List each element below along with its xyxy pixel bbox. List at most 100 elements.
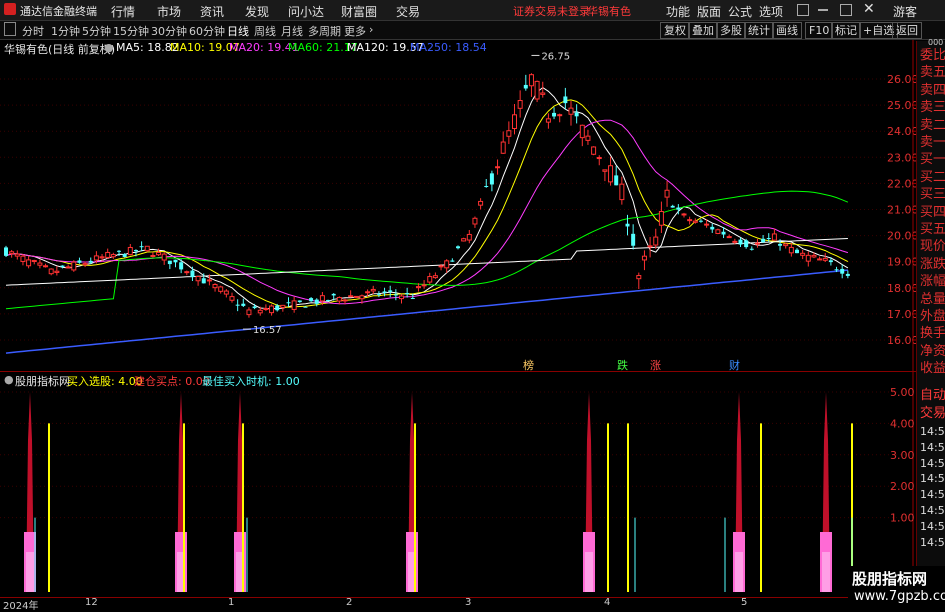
candle-body-up bbox=[754, 242, 760, 245]
candle-body-down bbox=[4, 247, 8, 256]
indicator-tick-label: 1.00 bbox=[890, 512, 915, 525]
candle-body-up bbox=[359, 295, 365, 300]
candle-body-down bbox=[721, 231, 726, 235]
side-panel-item: 现价 bbox=[920, 239, 945, 255]
chart-canvas[interactable]: 26.0025.0024.0023.0022.0021.0020.0019.00… bbox=[0, 0, 916, 609]
event-marker: 榜 bbox=[523, 358, 534, 372]
candle-body-up bbox=[528, 74, 534, 87]
indicator-dot-icon[interactable]: ● bbox=[4, 373, 14, 386]
build-point-value: 建仓买点: 0.00 bbox=[134, 375, 210, 388]
candle-body-up bbox=[461, 238, 467, 242]
candle-body-up bbox=[365, 291, 371, 294]
candle-body-down bbox=[552, 112, 557, 117]
candle-body-down bbox=[523, 84, 528, 89]
side-panel-item: 总量 bbox=[920, 291, 945, 307]
event-marker: 跌 bbox=[617, 358, 628, 372]
candle-body-down bbox=[133, 250, 138, 252]
candle-body-down bbox=[117, 250, 121, 252]
candle-body-up bbox=[9, 251, 15, 255]
candle-body-down bbox=[456, 246, 460, 249]
candle-body-up bbox=[641, 255, 647, 261]
watermark-title: 股朋指标网 bbox=[852, 570, 928, 588]
candle-body-up bbox=[466, 233, 472, 241]
auto-trade-label[interactable]: 自动 bbox=[920, 384, 945, 403]
candle-body-down bbox=[614, 175, 619, 186]
candle-body-up bbox=[110, 254, 116, 258]
buy-select-value: 买入选股: 4.00 bbox=[67, 375, 143, 388]
trade-time: 14:56 bbox=[920, 425, 945, 438]
candle-body-up bbox=[715, 229, 721, 234]
candle-body-down bbox=[388, 290, 393, 292]
candle-body-up bbox=[805, 254, 811, 262]
candle-body-up bbox=[512, 114, 517, 129]
candle-body-down bbox=[167, 260, 172, 265]
candle-body-up bbox=[105, 251, 111, 258]
candle-body-up bbox=[336, 297, 342, 302]
candle-body-up bbox=[495, 166, 501, 169]
candle-body-up bbox=[93, 255, 99, 261]
indicator-bar-pink bbox=[822, 552, 830, 592]
trade-time: 14:56 bbox=[920, 488, 945, 502]
trade-time: 14:56 bbox=[920, 472, 945, 486]
candle-body-up bbox=[438, 265, 444, 268]
candle-body-up bbox=[822, 257, 828, 261]
candle-body-down bbox=[382, 291, 387, 293]
candle-body-up bbox=[608, 165, 614, 183]
candle-body-up bbox=[48, 268, 54, 275]
candle-body-down bbox=[275, 305, 280, 311]
candle-body-down bbox=[631, 233, 636, 246]
side-panel-item: 卖三 bbox=[920, 100, 945, 116]
candle-body-up bbox=[291, 300, 297, 310]
candle-body-down bbox=[376, 293, 381, 295]
indicator-tick-label: 4.00 bbox=[890, 417, 915, 430]
date-label-apr: 4 bbox=[604, 597, 611, 608]
watermark: 股朋指标网 www.7gpzb.com bbox=[848, 566, 945, 609]
candle-body-down bbox=[845, 273, 850, 276]
side-panel-item: 卖五 bbox=[920, 65, 945, 81]
side-panel-item: 买五 bbox=[920, 222, 945, 237]
auto-trade-label[interactable]: 交易 bbox=[920, 402, 945, 421]
low-price-label: 16.57 bbox=[253, 325, 282, 336]
candle-body-up bbox=[229, 296, 235, 301]
candle-body-down bbox=[173, 259, 178, 263]
candle-body-up bbox=[811, 254, 817, 258]
candle-body-down bbox=[778, 243, 783, 246]
date-axis: 2024年 12 1 2 3 4 5 bbox=[0, 597, 916, 612]
candle-body-up bbox=[415, 286, 421, 289]
candle-body-down bbox=[297, 300, 302, 303]
candle-body-down bbox=[326, 299, 331, 301]
candle-body-down bbox=[840, 268, 845, 274]
price-tick-label: 18.00 bbox=[887, 282, 916, 295]
date-label-jan: 1 bbox=[228, 597, 235, 608]
candle-body-up bbox=[726, 236, 732, 239]
price-tick-label: 22.00 bbox=[887, 177, 916, 190]
side-panel-item: 换手 bbox=[920, 326, 945, 342]
candle-body-up bbox=[82, 263, 88, 266]
candle-body-up bbox=[269, 305, 275, 314]
candle-body-up bbox=[353, 295, 359, 298]
candle-body-up bbox=[14, 253, 20, 257]
candle-body-up bbox=[658, 211, 664, 226]
candle-body-down bbox=[761, 238, 766, 243]
ma5-line bbox=[5, 86, 849, 310]
candle-body-down bbox=[828, 260, 833, 263]
candle-body-up bbox=[37, 262, 43, 266]
price-tick-label: 16.00 bbox=[887, 334, 916, 347]
indicator-tick-label: 3.00 bbox=[890, 449, 915, 462]
candle-body-up bbox=[653, 236, 659, 246]
candle-body-up bbox=[144, 245, 150, 252]
side-panel-item: 买二 bbox=[920, 169, 945, 185]
side-panel-item: 买一 bbox=[920, 152, 945, 168]
candle-body-down bbox=[252, 306, 257, 309]
candle-body-down bbox=[744, 240, 749, 248]
candle-body-up bbox=[54, 270, 60, 273]
candle-body-up bbox=[444, 260, 450, 269]
candle-body-up bbox=[99, 256, 105, 259]
date-label-feb: 2 bbox=[346, 597, 353, 608]
candle-body-down bbox=[405, 293, 410, 295]
candle-body-down bbox=[241, 303, 246, 306]
ma-lines bbox=[5, 86, 849, 354]
pane-divider bbox=[0, 371, 916, 372]
candle-body-up bbox=[212, 284, 218, 289]
price-tick-label: 24.00 bbox=[887, 125, 916, 138]
